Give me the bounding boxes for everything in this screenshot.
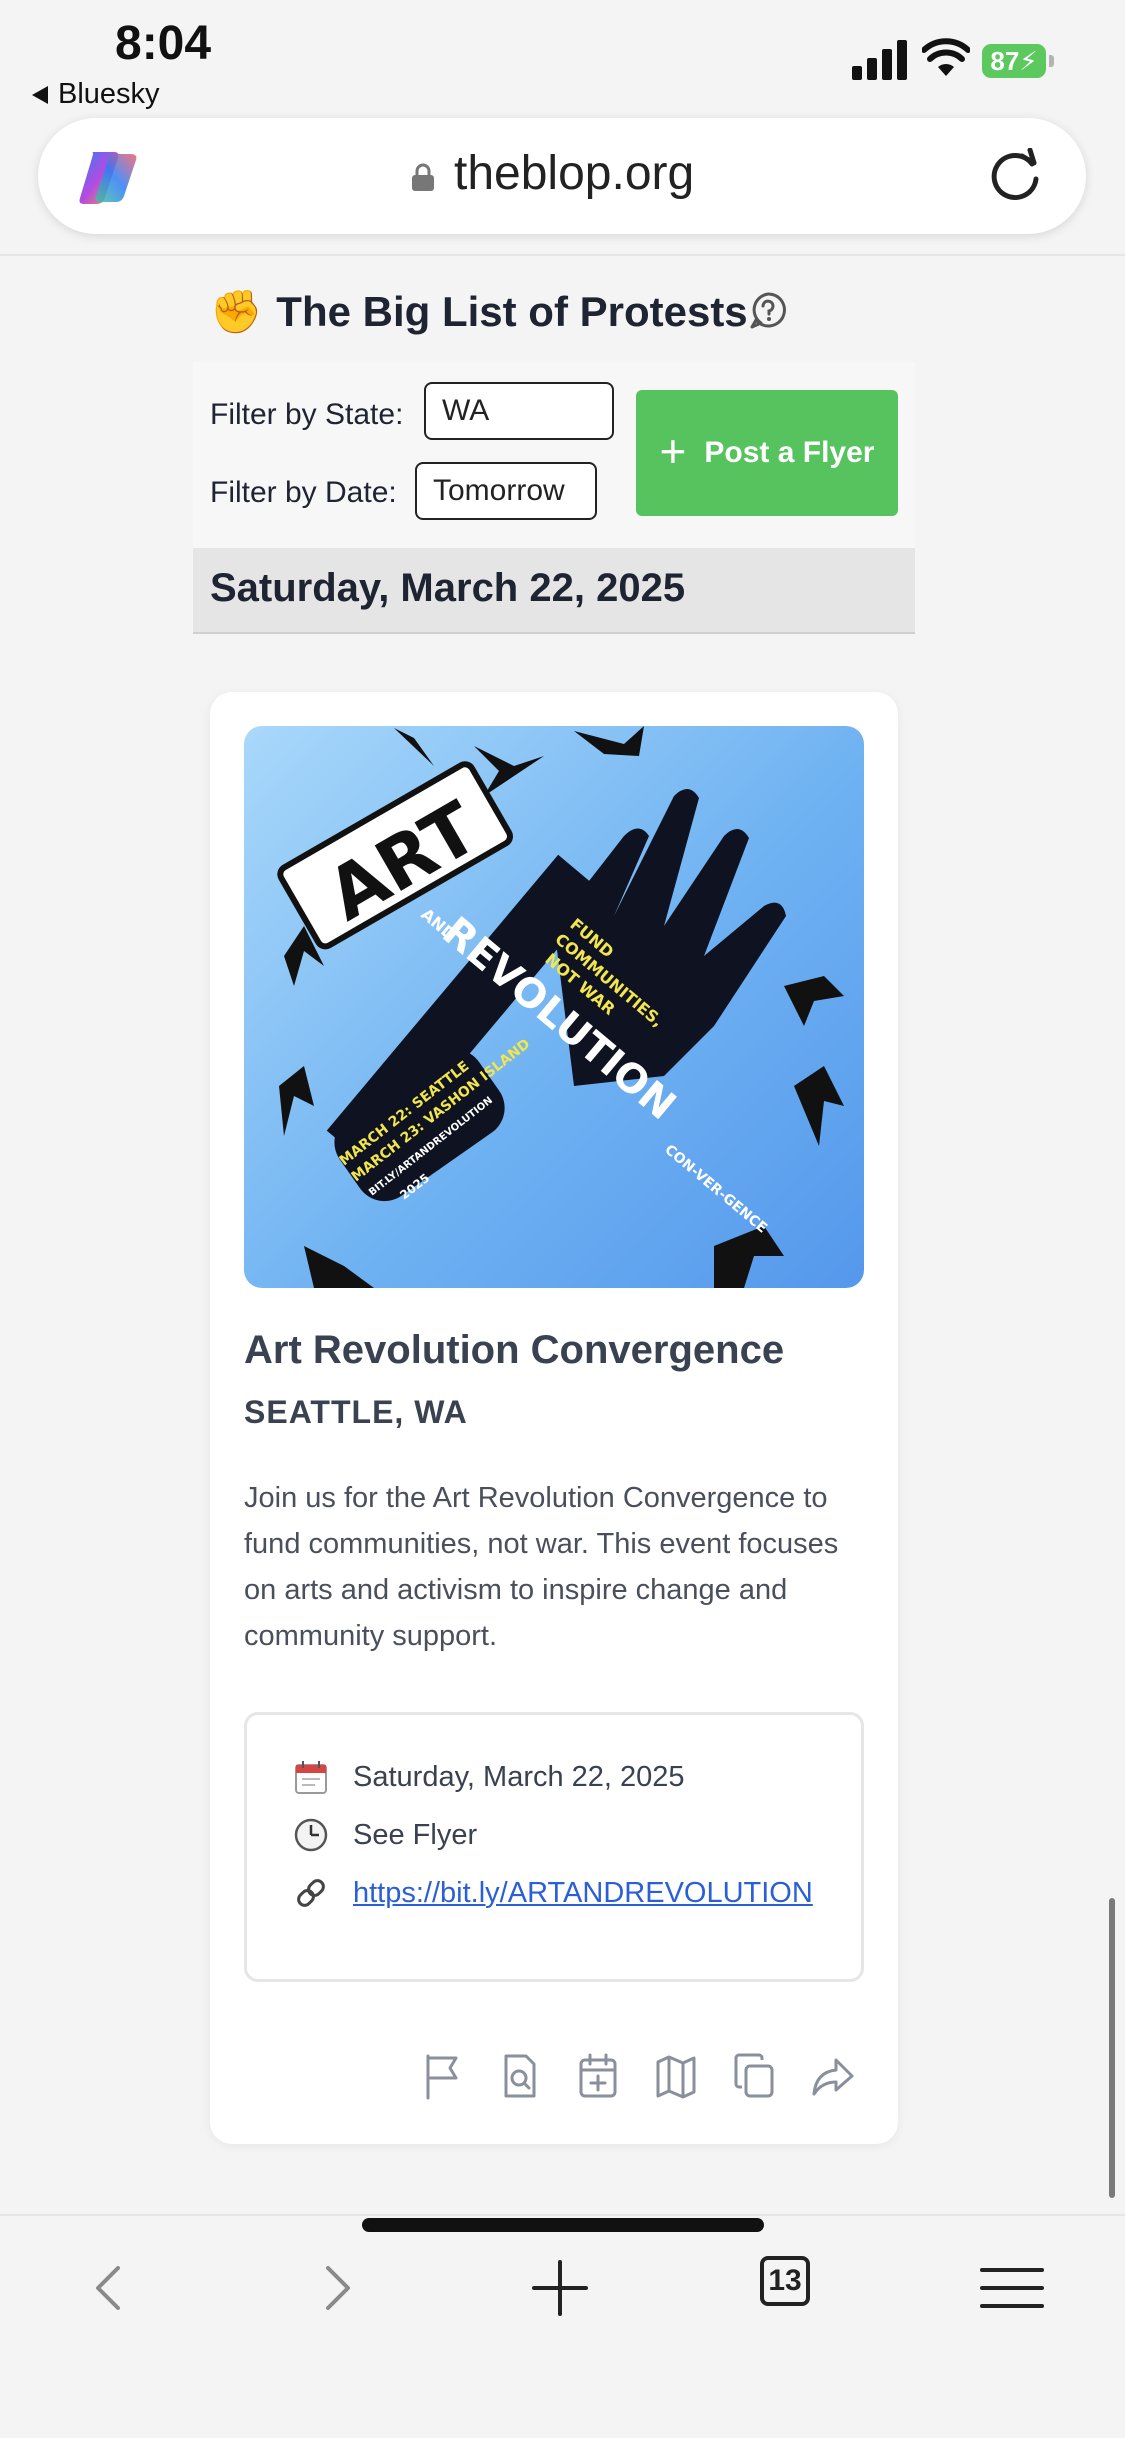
page-title-text: The Big List of Protests bbox=[276, 288, 748, 335]
battery-indicator: 87 ⚡ bbox=[982, 44, 1046, 78]
back-to-app-link[interactable]: Bluesky bbox=[32, 78, 160, 111]
date-group-label: Saturday, March 22, 2025 bbox=[210, 566, 686, 610]
address-bar[interactable]: theblop.org bbox=[38, 118, 1086, 234]
status-bar: 8:04 Bluesky 87 ⚡ bbox=[0, 0, 1125, 118]
back-arrow-icon bbox=[32, 85, 48, 104]
back-app-label: Bluesky bbox=[58, 78, 160, 110]
tabs-button[interactable]: 13 bbox=[760, 2256, 810, 2306]
flyer-text-convergence: CON-VER-GENCE bbox=[661, 1142, 770, 1237]
copilot-icon[interactable] bbox=[74, 148, 144, 206]
clock: 8:04 bbox=[115, 17, 212, 70]
detail-link-row: https://bit.ly/ARTANDREVOLUTION bbox=[291, 1873, 813, 1913]
home-indicator[interactable] bbox=[362, 2218, 764, 2232]
wifi-icon bbox=[922, 38, 970, 76]
event-card: ART AND REVOLUTION CON-VER-GENCE FUND CO… bbox=[210, 692, 898, 2144]
toolbar-divider bbox=[0, 254, 1125, 256]
post-flyer-button[interactable]: + Post a Flyer bbox=[636, 390, 898, 516]
flag-icon[interactable] bbox=[420, 2052, 464, 2100]
lock-icon bbox=[412, 163, 434, 191]
event-time: See Flyer bbox=[353, 1818, 478, 1851]
cellular-signal-icon bbox=[852, 40, 907, 80]
plus-icon: + bbox=[659, 425, 687, 477]
filter-panel: Filter by State: WA Filter by Date: Tomo… bbox=[193, 362, 915, 548]
event-link[interactable]: https://bit.ly/ARTANDREVOLUTION bbox=[353, 1877, 813, 1910]
filter-state-select[interactable]: WA bbox=[424, 382, 614, 440]
battery-tip bbox=[1049, 55, 1054, 67]
page-scrollbar[interactable] bbox=[1109, 1898, 1115, 2198]
url-text[interactable]: theblop.org bbox=[454, 146, 694, 201]
copy-icon[interactable] bbox=[732, 2052, 776, 2100]
calendar-add-icon[interactable] bbox=[576, 2052, 620, 2100]
event-flyer-image[interactable]: ART AND REVOLUTION CON-VER-GENCE FUND CO… bbox=[244, 726, 864, 1288]
event-title[interactable]: Art Revolution Convergence bbox=[244, 1328, 784, 1373]
link-icon bbox=[291, 1873, 331, 1913]
detail-time-row: See Flyer bbox=[291, 1815, 477, 1855]
event-details-box: Saturday, March 22, 2025 See Flyer https… bbox=[244, 1712, 864, 1982]
detail-date-row: Saturday, March 22, 2025 bbox=[291, 1757, 685, 1797]
raised-fist-icon: ✊ bbox=[210, 288, 263, 335]
forward-icon[interactable] bbox=[300, 2252, 372, 2324]
menu-icon[interactable] bbox=[976, 2252, 1048, 2324]
post-flyer-label: Post a Flyer bbox=[704, 436, 875, 469]
calendar-icon bbox=[291, 1757, 331, 1797]
charging-icon: ⚡ bbox=[1019, 45, 1038, 76]
clock-icon bbox=[291, 1815, 331, 1855]
back-icon[interactable] bbox=[74, 2252, 146, 2324]
help-icon[interactable] bbox=[748, 290, 788, 330]
event-date: Saturday, March 22, 2025 bbox=[353, 1760, 685, 1793]
reload-icon[interactable] bbox=[986, 148, 1044, 206]
event-actions bbox=[210, 2052, 898, 2108]
page-title: ✊ The Big List of Protests bbox=[210, 288, 748, 336]
search-document-icon[interactable] bbox=[498, 2052, 542, 2100]
filter-date-select[interactable]: Tomorrow bbox=[415, 462, 597, 520]
filter-state-label: Filter by State: bbox=[210, 398, 404, 431]
share-icon[interactable] bbox=[810, 2052, 854, 2100]
event-description: Join us for the Art Revolution Convergen… bbox=[244, 1482, 839, 1652]
flyer-artwork: ART AND REVOLUTION CON-VER-GENCE FUND CO… bbox=[277, 726, 844, 1288]
date-group-header: Saturday, March 22, 2025 bbox=[193, 548, 915, 634]
browser-bottom-toolbar: 13 bbox=[0, 2214, 1125, 2438]
new-tab-icon[interactable] bbox=[524, 2252, 596, 2324]
filter-date-label: Filter by Date: bbox=[210, 476, 397, 509]
map-icon[interactable] bbox=[654, 2052, 698, 2100]
event-location: SEATTLE, WA bbox=[244, 1394, 468, 1430]
